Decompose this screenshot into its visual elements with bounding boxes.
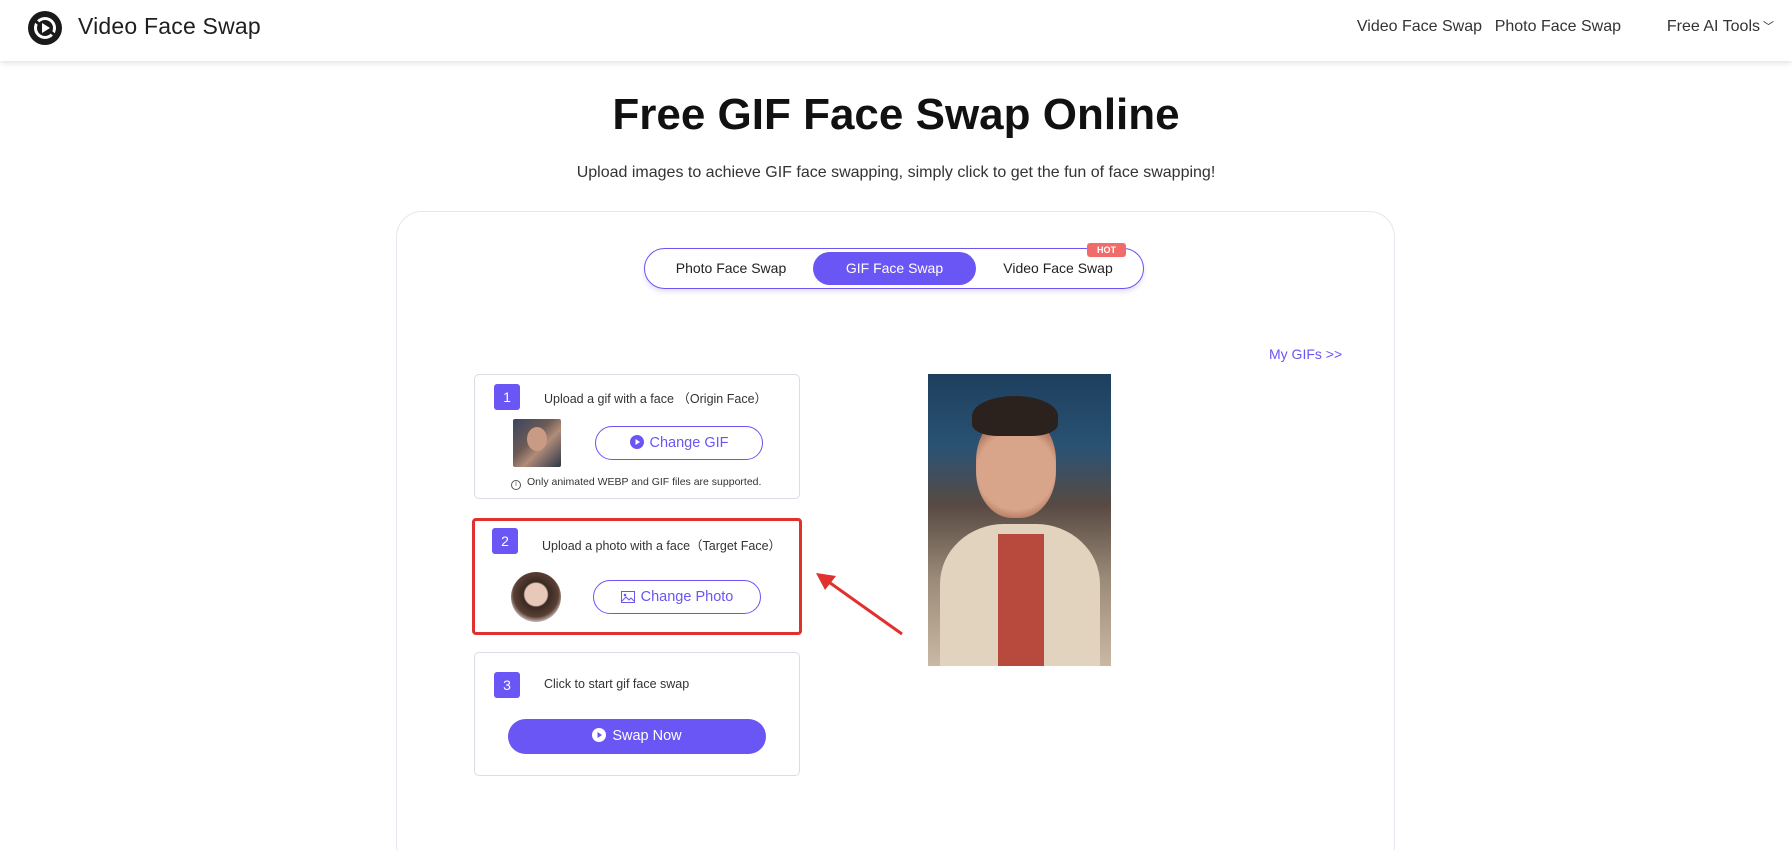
play-icon <box>592 728 607 742</box>
nav-video-face-swap[interactable]: Video Face Swap <box>1357 18 1482 36</box>
step-swap: 3 Click to start gif face swap Swap Now <box>474 652 800 776</box>
nav-free-ai-tools[interactable]: Free AI Tools ﹀ <box>1667 18 1774 36</box>
change-gif-button[interactable]: Change GIF <box>595 426 763 460</box>
image-icon <box>620 591 635 603</box>
change-gif-label: Change GIF <box>649 435 729 451</box>
tab-photo-face-swap[interactable]: Photo Face Swap <box>651 252 811 285</box>
swap-now-button[interactable]: Swap Now <box>508 719 766 754</box>
change-photo-button[interactable]: Change Photo <box>593 580 761 614</box>
step-label: Upload a photo with a face（Target Face） <box>542 539 782 553</box>
hot-badge: HOT <box>1087 243 1126 257</box>
info-icon: i <box>511 480 521 490</box>
step-number: 3 <box>494 672 520 698</box>
preview-shirt <box>998 534 1044 666</box>
target-face-avatar <box>511 572 561 622</box>
origin-gif-thumbnail <box>513 419 561 467</box>
preview-hair <box>972 396 1058 436</box>
red-arrow-annotation <box>816 573 903 636</box>
change-photo-label: Change Photo <box>640 589 734 605</box>
nav-photo-face-swap[interactable]: Photo Face Swap <box>1495 18 1621 36</box>
swap-now-label: Swap Now <box>612 728 682 744</box>
nav-free-ai-tools-label: Free AI Tools <box>1666 18 1760 35</box>
step-label: Click to start gif face swap <box>544 677 690 691</box>
logo-icon[interactable] <box>27 10 63 46</box>
gif-preview-image <box>928 374 1111 666</box>
tab-gif-face-swap[interactable]: GIF Face Swap <box>813 252 976 285</box>
page-subtitle: Upload images to achieve GIF face swappi… <box>576 164 1216 181</box>
play-icon <box>629 435 644 449</box>
step-upload-photo: 2 Upload a photo with a face（Target Face… <box>472 518 802 635</box>
step-upload-gif: 1 Upload a gif with a face （Origin Face）… <box>474 374 800 499</box>
mode-tabs: Photo Face Swap GIF Face Swap Video Face… <box>644 248 1144 289</box>
my-gifs-link[interactable]: My GIFs >> <box>1269 346 1342 362</box>
page-title: Free GIF Face Swap Online <box>612 90 1180 139</box>
format-note-text: Only animated WEBP and GIF files are sup… <box>527 476 762 488</box>
step-number: 1 <box>494 384 520 410</box>
format-note: i Only animated WEBP and GIF files are su… <box>511 476 761 490</box>
step-number: 2 <box>492 528 518 554</box>
step-label: Upload a gif with a face （Origin Face） <box>544 392 768 406</box>
brand-name[interactable]: Video Face Swap <box>78 13 261 40</box>
chevron-down-icon: ﹀ <box>1763 21 1774 33</box>
top-header: Video Face Swap Video Face Swap Photo Fa… <box>0 0 1792 61</box>
